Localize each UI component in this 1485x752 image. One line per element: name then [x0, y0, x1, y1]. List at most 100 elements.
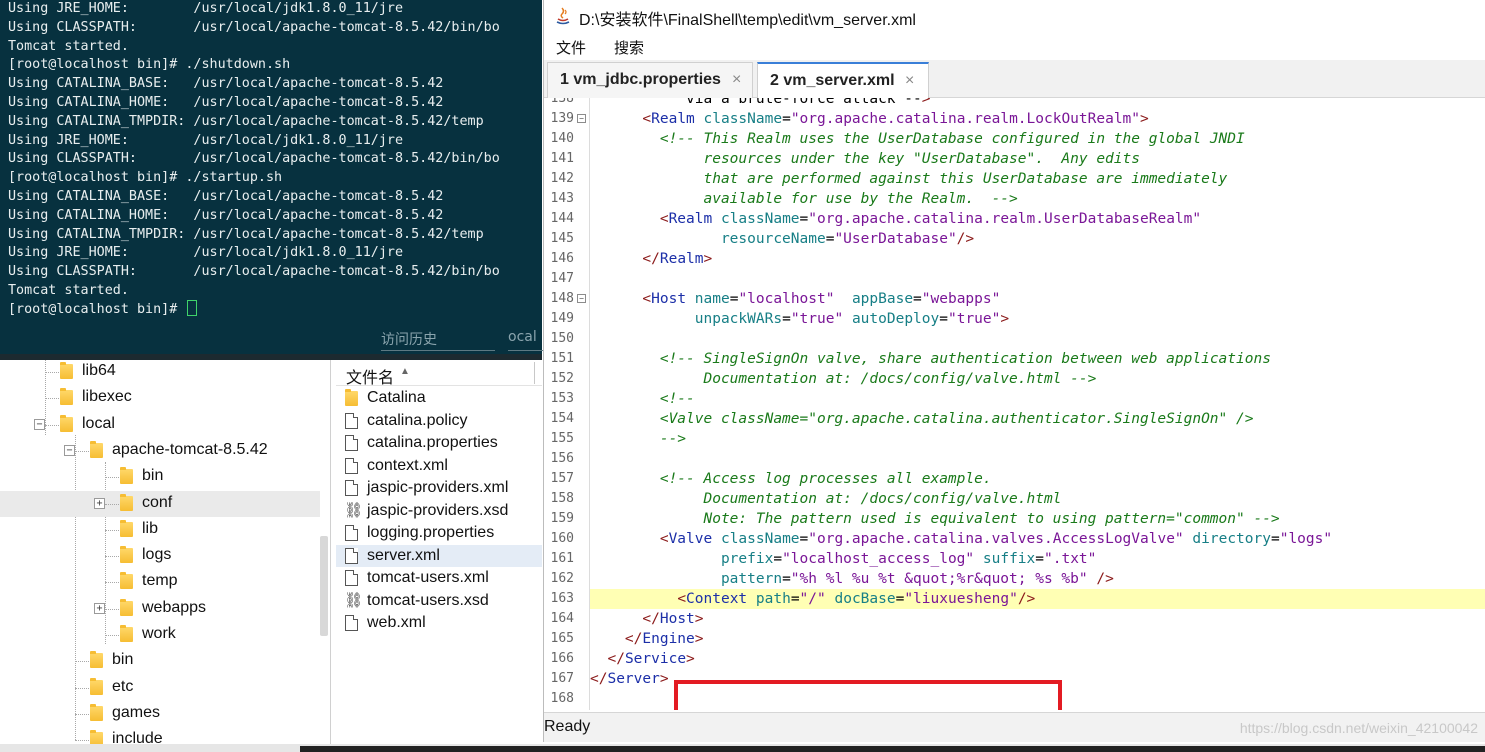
tree-item-webapps[interactable]: + webapps: [0, 596, 320, 622]
column-divider[interactable]: [534, 362, 535, 384]
code-line[interactable]: 144 <Realm className="org.apache.catalin…: [544, 209, 1485, 229]
code-line[interactable]: 162 pattern="%h %l %u %t &quot;%r&quot; …: [544, 569, 1485, 589]
menu-file[interactable]: 文件: [556, 37, 586, 58]
tab-vm-jdbc-properties[interactable]: 1 vm_jdbc.properties ×: [547, 62, 753, 98]
code-line[interactable]: 149 unpackWARs="true" autoDeploy="true">: [544, 309, 1485, 329]
tree-item-apache-tomcat-8-5-42[interactable]: − apache-tomcat-8.5.42: [0, 438, 320, 464]
fold-collapse-icon[interactable]: −: [577, 114, 586, 123]
terminal-line: Using JRE_HOME: /usr/local/jdk1.8.0_11/j…: [8, 1, 404, 16]
tree-item-bin[interactable]: bin: [0, 464, 320, 490]
line-number: 165: [550, 631, 574, 646]
tree-item-libexec[interactable]: libexec: [0, 385, 320, 411]
code-line[interactable]: 153 <!--: [544, 389, 1485, 409]
expand-icon[interactable]: +: [94, 497, 105, 509]
file-row[interactable]: Catalina: [336, 387, 542, 409]
tree-item-temp[interactable]: temp: [0, 569, 320, 595]
code-line[interactable]: 140 <!-- This Realm uses the UserDatabas…: [544, 129, 1485, 149]
code-line[interactable]: 161 prefix="localhost_access_log" suffix…: [544, 549, 1485, 569]
folder-tree[interactable]: lib64 libexec − local − apache-tomcat-8.5.42 b…: [0, 360, 331, 744]
file-row[interactable]: tomcat-users.xml: [336, 567, 542, 589]
code-line[interactable]: 159 Note: The pattern used is equivalent…: [544, 509, 1485, 529]
file-icon: [345, 615, 358, 631]
code-line[interactable]: 158 Documentation at: /docs/config/valve…: [544, 489, 1485, 509]
tree-item-label: local: [82, 414, 115, 432]
code-line[interactable]: 157 <!-- Access log processes all exampl…: [544, 469, 1485, 489]
code-line[interactable]: 138 via a brute-force attack -->: [544, 98, 1485, 109]
history-label[interactable]: 访问历史: [381, 329, 495, 351]
code-text: <Host name="localhost" appBase="webapps": [642, 291, 1001, 307]
code-line[interactable]: 155 -->: [544, 429, 1485, 449]
line-number: 144: [550, 211, 574, 226]
close-icon[interactable]: ×: [905, 72, 914, 90]
code-line[interactable]: 146 </Realm>: [544, 249, 1485, 269]
file-row[interactable]: server.xml: [336, 544, 542, 567]
code-text: resourceName="UserDatabase"/>: [720, 231, 975, 247]
expand-icon[interactable]: +: [94, 602, 105, 614]
code-line[interactable]: 143 available for use by the Realm. -->: [544, 189, 1485, 209]
code-line[interactable]: 141 resources under the key "UserDatabas…: [544, 149, 1485, 169]
collapse-icon[interactable]: −: [64, 444, 75, 456]
file-row[interactable]: catalina.properties: [336, 432, 542, 454]
file-row[interactable]: catalina.policy: [336, 410, 542, 432]
tab-vm-server-xml[interactable]: 2 vm_server.xml ×: [757, 62, 929, 99]
tree-guide-line: [75, 740, 89, 742]
terminal-output[interactable]: Using JRE_HOME: /usr/local/jdk1.8.0_11/j…: [0, 0, 542, 326]
code-line[interactable]: 142 that are performed against this User…: [544, 169, 1485, 189]
local-path-label[interactable]: ocal: [508, 329, 548, 351]
tree-item-lib[interactable]: lib: [0, 517, 320, 543]
history-bar: 访问历史 ocal: [0, 326, 548, 354]
code-line[interactable]: 151 <!-- SingleSignOn valve, share authe…: [544, 349, 1485, 369]
close-icon[interactable]: ×: [732, 71, 741, 89]
code-line[interactable]: 164 </Host>: [544, 609, 1485, 629]
line-number: 149: [550, 311, 574, 326]
menu-search[interactable]: 搜索: [614, 37, 644, 58]
collapse-icon[interactable]: −: [34, 418, 45, 430]
tree-guide-line: [105, 477, 119, 479]
terminal-line: Using CATALINA_BASE: /usr/local/apache-t…: [8, 76, 444, 92]
window-title: D:\安装软件\FinalShell\temp\edit\vm_server.x…: [579, 12, 916, 29]
tree-scrollbar[interactable]: [320, 536, 328, 636]
code-line[interactable]: 152 Documentation at: /docs/config/valve…: [544, 369, 1485, 389]
terminal-line: Using JRE_HOME: /usr/local/jdk1.8.0_11/j…: [8, 132, 404, 148]
file-row[interactable]: context.xml: [336, 455, 542, 477]
code-line[interactable]: 166 </Service>: [544, 649, 1485, 669]
file-row[interactable]: logging.properties: [336, 522, 542, 544]
code-line[interactable]: 163 <Context path="/" docBase="liuxueshe…: [544, 589, 1485, 609]
fold-collapse-icon[interactable]: −: [577, 294, 586, 303]
tree-item-label: work: [142, 625, 176, 642]
code-line[interactable]: 148− <Host name="localhost" appBase="web…: [544, 289, 1485, 309]
file-row[interactable]: jaspic-providers.xml: [336, 477, 542, 499]
file-icon: [345, 480, 358, 496]
tree-item-logs[interactable]: logs: [0, 543, 320, 569]
code-line[interactable]: 145 resourceName="UserDatabase"/>: [544, 229, 1485, 249]
code-line[interactable]: 147: [544, 269, 1485, 289]
code-line[interactable]: 150: [544, 329, 1485, 349]
tree-item-bin[interactable]: bin: [0, 648, 320, 674]
line-number: 164: [550, 611, 574, 626]
terminal-line: Using CLASSPATH: /usr/local/apache-tomca…: [8, 19, 500, 35]
tree-item-local[interactable]: − local: [0, 412, 320, 438]
tree-guide-line: [75, 713, 89, 715]
file-row[interactable]: web.xml: [336, 612, 542, 634]
code-line[interactable]: 156: [544, 449, 1485, 469]
bottom-strip: [0, 744, 1485, 752]
code-line[interactable]: 154 <Valve className="org.apache.catalin…: [544, 409, 1485, 429]
tab-label: 2 vm_server.xml: [770, 72, 895, 89]
file-list[interactable]: 文件名 ▲ Catalina catalina.policy catalina.pr…: [336, 360, 542, 744]
file-row[interactable]: ⛓ tomcat-users.xsd: [336, 590, 542, 612]
code-line[interactable]: 139− <Realm className="org.apache.catali…: [544, 109, 1485, 129]
tree-item-games[interactable]: games: [0, 701, 320, 727]
file-name-column-header[interactable]: 文件名 ▲: [336, 360, 542, 387]
tree-item-work[interactable]: work: [0, 622, 320, 648]
terminal-line: [root@localhost bin]# ./startup.sh: [8, 170, 283, 186]
code-line[interactable]: 160 <Valve className="org.apache.catalin…: [544, 529, 1485, 549]
tab-bar: 1 vm_jdbc.properties × 2 vm_server.xml ×: [544, 60, 1485, 99]
file-row[interactable]: ⛓ jaspic-providers.xsd: [336, 500, 542, 522]
tree-item-etc[interactable]: etc: [0, 675, 320, 701]
code-editor[interactable]: 138 via a brute-force attack --> 139− <Re…: [544, 98, 1485, 710]
tree-item-include[interactable]: include: [0, 727, 320, 744]
tree-guide-line: [75, 661, 89, 663]
code-line[interactable]: 165 </Engine>: [544, 629, 1485, 649]
tree-item-conf[interactable]: + conf: [0, 490, 320, 517]
tree-item-lib64[interactable]: lib64: [0, 360, 320, 385]
